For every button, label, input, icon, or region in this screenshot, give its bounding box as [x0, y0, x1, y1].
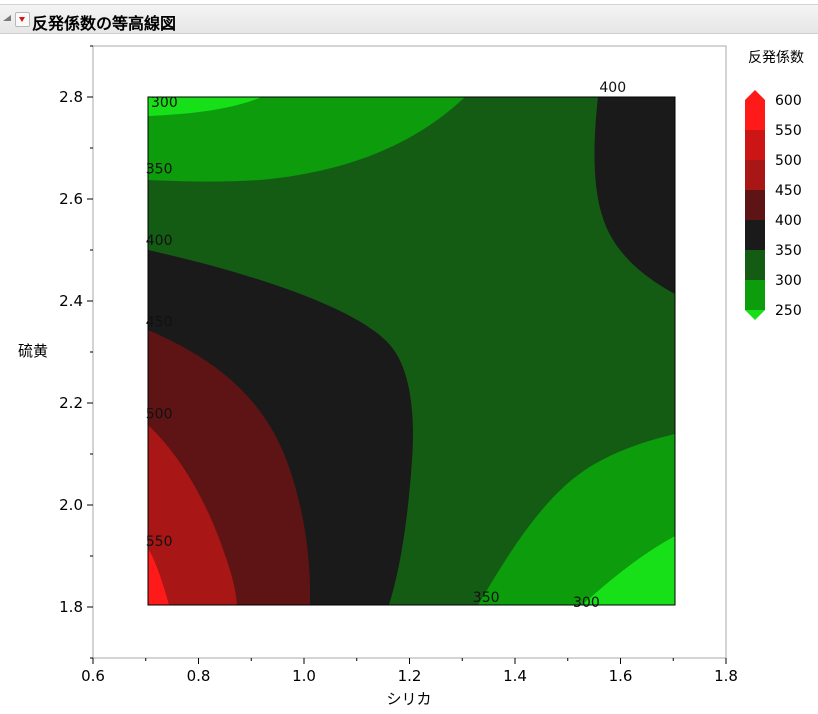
legend-label: 300: [775, 273, 802, 289]
legend-label: 500: [775, 153, 802, 169]
contour-label: 450: [146, 315, 173, 331]
legend-label: 550: [775, 123, 802, 139]
legend-label: 250: [775, 303, 802, 319]
legend-label: 350: [775, 243, 802, 259]
y-tick-label: 2.8: [59, 88, 83, 106]
contour-label: 550: [146, 534, 173, 550]
y-tick-label: 2.4: [59, 292, 83, 310]
legend-swatches: 600 550 500 450 400 350 300 250: [745, 90, 802, 320]
contour-label: 300: [573, 595, 600, 611]
legend-swatch: [745, 220, 765, 250]
legend-swatch: [745, 130, 765, 160]
contour-label: 350: [146, 162, 173, 178]
legend-swatch: [745, 100, 765, 130]
x-tick-label: 1.8: [714, 667, 738, 685]
contour-label: 500: [146, 406, 173, 422]
x-tick-label: 0.6: [81, 667, 105, 685]
legend-swatch: [745, 250, 765, 280]
x-axis-label: シリカ: [386, 690, 431, 708]
contour-label: 400: [599, 80, 626, 96]
x-tick-label: 1.6: [609, 667, 633, 685]
legend-swatch: [745, 160, 765, 190]
legend-label: 450: [775, 183, 802, 199]
x-tick-label: 1.2: [398, 667, 422, 685]
x-tick-label: 1.4: [503, 667, 527, 685]
x-tick-label: 1.0: [292, 667, 316, 685]
y-tick-label: 2.6: [59, 190, 83, 208]
contour-label: 300: [151, 95, 178, 111]
legend-label: 600: [775, 93, 802, 109]
y-tick-label: 2.0: [59, 496, 83, 514]
legend-bottom-arrow: [745, 310, 765, 320]
legend-title: 反発係数: [748, 50, 804, 66]
legend-top-arrow: [745, 90, 765, 100]
legend-swatch: [745, 280, 765, 310]
contour-label: 350: [473, 590, 500, 606]
contour-fills: [148, 97, 675, 605]
legend: 反発係数 600 550 500 450 400 350 300 250: [745, 50, 804, 320]
contour-chart: 300 350 400 450 500 550 400 350 300 0.6 0.8 1.0 1.2…: [18, 45, 804, 708]
y-tick-label: 1.8: [59, 598, 83, 616]
y-axis-label: 硫黄: [18, 342, 48, 360]
contour-label: 400: [146, 233, 173, 249]
legend-swatch: [745, 190, 765, 220]
y-tick-label: 2.2: [59, 394, 83, 412]
x-tick-label: 0.8: [187, 667, 211, 685]
legend-label: 400: [775, 213, 802, 229]
